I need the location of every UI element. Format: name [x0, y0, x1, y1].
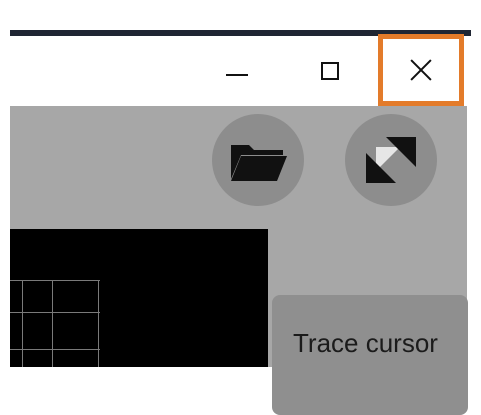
grid-line: [10, 349, 100, 350]
close-button[interactable]: [378, 34, 464, 106]
grid-line: [52, 280, 53, 367]
minimize-icon: [226, 74, 248, 76]
fit-to-screen-icon: [366, 137, 416, 183]
grid-line: [98, 280, 99, 367]
minimize-button[interactable]: [202, 36, 272, 106]
open-folder-button[interactable]: [212, 114, 304, 206]
maximize-button[interactable]: [295, 36, 365, 106]
folder-open-icon: [231, 145, 287, 181]
grid-line: [10, 312, 100, 313]
trace-cursor-label: Trace cursor: [293, 328, 438, 358]
grid-line: [10, 280, 100, 281]
fit-view-button[interactable]: [345, 114, 437, 206]
grid-line: [22, 280, 23, 367]
close-icon: [410, 59, 432, 81]
drawing-viewport[interactable]: [10, 229, 268, 367]
maximize-icon: [321, 62, 339, 80]
